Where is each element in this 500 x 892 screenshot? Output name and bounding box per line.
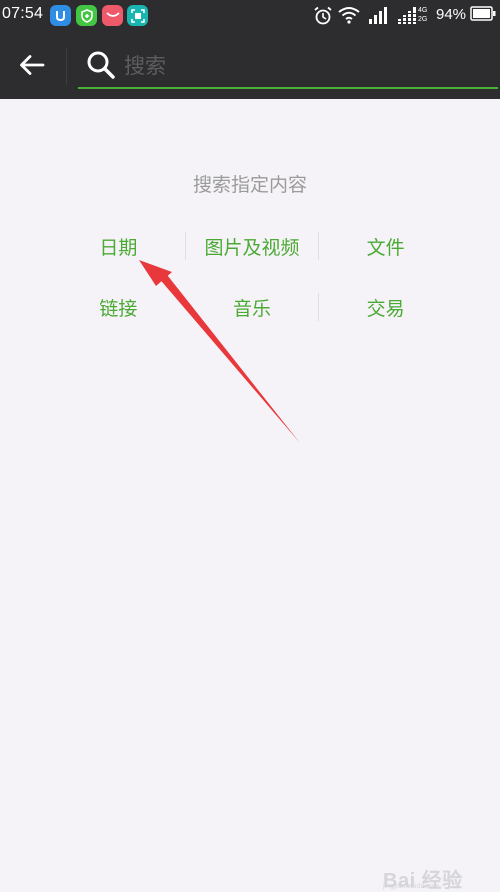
arrow-left-icon xyxy=(20,55,45,75)
search-underline xyxy=(78,87,498,89)
status-bar: 07:54 4G 2G 94% xyxy=(0,0,500,33)
section-title: 搜索指定内容 xyxy=(192,174,307,196)
network-type-bottom: 2G xyxy=(418,16,428,23)
signal-icon xyxy=(369,7,387,24)
search-box[interactable] xyxy=(78,43,498,89)
filter-music[interactable]: 音乐 xyxy=(186,287,319,327)
battery-percent: 94% xyxy=(436,6,467,23)
filter-links[interactable]: 链接 xyxy=(52,287,185,327)
status-time: 07:54 xyxy=(2,5,44,22)
filter-transactions[interactable]: 交易 xyxy=(319,287,452,327)
alarm-icon xyxy=(314,6,332,25)
filter-row-2: 链接 音乐 交易 xyxy=(52,287,452,327)
wifi-icon xyxy=(338,7,360,24)
search-input[interactable] xyxy=(124,49,484,83)
watermark: Bai 经验 jingyan.baidu.com xyxy=(383,864,495,892)
filter-files[interactable]: 文件 xyxy=(319,226,452,266)
filter-images-videos[interactable]: 图片及视频 xyxy=(186,226,319,266)
back-button[interactable] xyxy=(12,45,52,85)
search-toolbar xyxy=(0,33,500,99)
search-icon xyxy=(87,51,115,79)
battery-icon xyxy=(470,6,496,21)
security-shield-icon xyxy=(76,5,97,26)
watermark-subtext: jingyan.baidu.com xyxy=(383,883,440,890)
network-type-top: 4G xyxy=(418,7,428,14)
scan-icon xyxy=(127,5,148,26)
toolbar-divider xyxy=(66,47,67,85)
app-notification-icon xyxy=(50,5,71,26)
search-content: 搜索指定内容 日期 图片及视频 文件 链接 音乐 交易 xyxy=(0,99,500,892)
signal-icon-secondary xyxy=(397,7,417,24)
screen: 07:54 4G 2G 94% 搜索 搜索指定内容 日期 图片及视频 文件 链接… xyxy=(0,0,500,892)
filter-date[interactable]: 日期 xyxy=(52,226,185,266)
filter-row-1: 日期 图片及视频 文件 xyxy=(52,226,452,266)
mail-icon xyxy=(102,5,123,26)
